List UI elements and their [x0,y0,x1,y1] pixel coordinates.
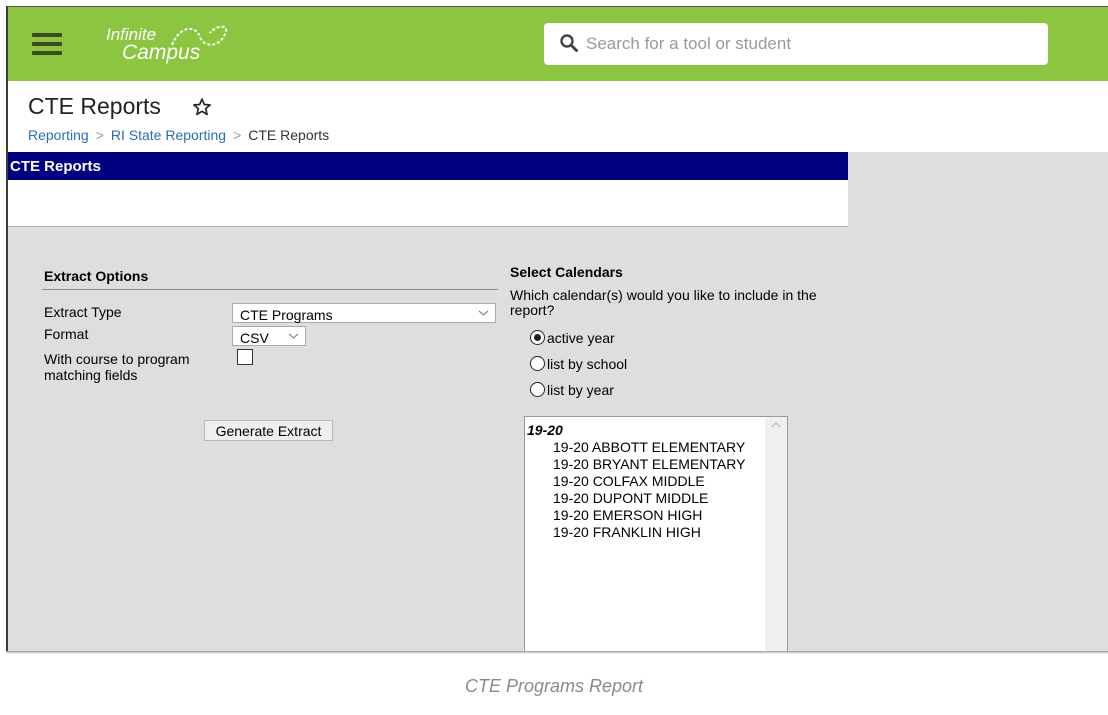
list-item[interactable]: 19-20 EMERSON HIGH [553,507,702,523]
extract-type-label: Extract Type [44,304,122,320]
report-area: CTE Reports Extract Options Extract Type… [8,152,1108,651]
chevron-down-icon [478,310,489,316]
format-label: Format [44,326,89,342]
extract-type-select[interactable]: CTE Programs [232,303,496,323]
radio-unselected-icon [530,356,545,371]
format-value: CSV [240,330,269,346]
extract-options-title: Extract Options [44,268,149,284]
generate-extract-button[interactable]: Generate Extract [204,420,333,441]
favorite-star-icon[interactable] [192,97,212,117]
list-item[interactable]: 19-20 DUPONT MIDDLE [553,490,708,506]
logo-swoosh-icon [171,25,228,46]
report-panel-header: CTE Reports [8,152,848,180]
breadcrumb-ri-state-reporting[interactable]: RI State Reporting [111,127,226,143]
page-title: CTE Reports [28,93,161,119]
search-icon [560,34,578,52]
calendar-listbox[interactable]: 19-20 19-20 ABBOTT ELEMENTARY 19-20 BRYA… [524,416,788,651]
radio-unselected-icon [530,382,545,397]
search-box[interactable]: Search for a tool or student [544,23,1048,65]
report-panel-blank [8,180,848,227]
menu-icon[interactable] [32,33,62,55]
radio-list-by-school[interactable]: list by school [530,356,627,372]
select-calendars-title: Select Calendars [510,264,623,280]
breadcrumb-chevron-icon: > [95,127,104,143]
radio-active-year[interactable]: active year [530,330,615,346]
window-shadow [6,651,1108,654]
breadcrumb-current: CTE Reports [248,127,330,143]
list-item[interactable]: 19-20 COLFAX MIDDLE [553,473,705,489]
list-item[interactable]: 19-20 BRYANT ELEMENTARY [553,456,745,472]
extract-type-value: CTE Programs [240,307,333,323]
infinite-campus-logo[interactable]: Infinite Campus [106,21,236,67]
calendar-group-label: 19-20 [527,422,563,438]
radio-selected-icon [530,330,545,345]
list-item[interactable]: 19-20 FRANKLIN HIGH [553,524,701,540]
list-item[interactable]: 19-20 ABBOTT ELEMENTARY [553,439,745,455]
course-matching-label: With course to program matching fields [44,351,190,383]
chevron-up-icon [771,422,781,428]
app-window: Infinite Campus Search for a tool or stu… [6,6,1108,651]
search-input[interactable]: Search for a tool or student [586,34,791,54]
chevron-down-icon [288,333,299,339]
radio-list-by-year[interactable]: list by year [530,382,614,398]
format-select[interactable]: CSV [232,326,306,346]
radio-label: list by school [547,356,628,372]
figure-caption: CTE Programs Report [464,676,644,696]
listbox-scrollbar[interactable] [765,417,787,651]
breadcrumb-chevron-icon: > [233,127,242,143]
breadcrumb: Reporting > RI State Reporting > CTE Reports [28,127,329,143]
course-matching-checkbox[interactable] [237,349,253,365]
report-panel-title: CTE Reports [10,158,101,175]
divider [42,289,498,290]
radio-label: list by year [547,382,614,398]
top-bar: Infinite Campus Search for a tool or stu… [8,7,1108,81]
calendar-question: Which calendar(s) would you like to incl… [510,287,817,318]
breadcrumb-reporting[interactable]: Reporting [28,127,89,143]
radio-label: active year [547,330,615,346]
